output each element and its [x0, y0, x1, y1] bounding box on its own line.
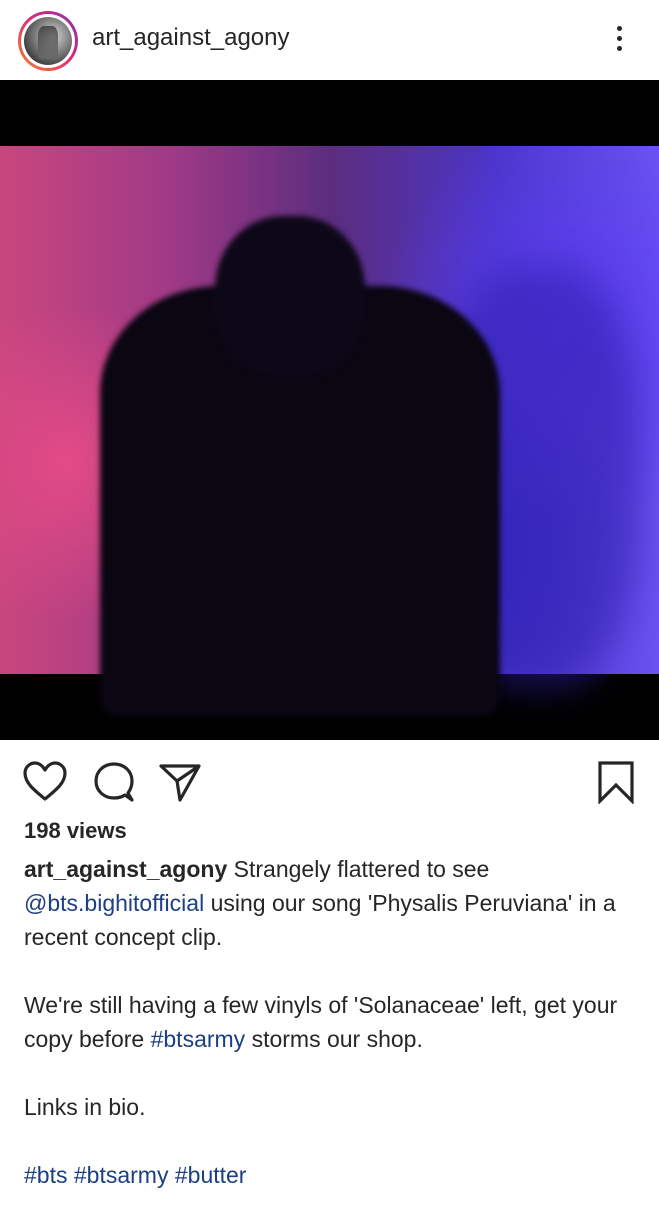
mention-link[interactable]: @bts.bighitofficial [24, 890, 204, 916]
caption-hashtags: #bts #btsarmy #butter [24, 1158, 639, 1192]
post-media-video[interactable] [0, 80, 659, 740]
hashtag-link[interactable]: #butter [175, 1162, 247, 1188]
post-header: art_against_agony [0, 0, 659, 80]
post-username[interactable]: art_against_agony [92, 24, 289, 52]
heart-icon[interactable] [22, 760, 68, 802]
caption-paragraph: We're still having a few vinyls of 'Sola… [24, 988, 639, 1056]
video-figure-head [215, 216, 365, 376]
avatar-border [21, 14, 75, 68]
caption-paragraph: Links in bio. [24, 1090, 639, 1124]
post-caption: art_against_agony Strangely flattered to… [24, 852, 639, 1226]
send-icon[interactable] [158, 760, 202, 804]
video-frame [0, 146, 659, 716]
avatar-story-ring[interactable] [18, 11, 78, 71]
comment-icon[interactable] [92, 760, 136, 804]
caption-text: Links in bio. [24, 1094, 146, 1120]
bookmark-icon[interactable] [596, 760, 636, 804]
more-options-icon[interactable] [604, 18, 634, 58]
caption-username[interactable]: art_against_agony [24, 856, 227, 882]
hashtag-link[interactable]: #btsarmy [74, 1162, 169, 1188]
avatar [24, 17, 72, 65]
post-actions-bar [0, 740, 659, 820]
more-dot [616, 45, 622, 51]
more-dot [616, 25, 622, 31]
more-dot [616, 35, 622, 41]
caption-text: storms our shop. [245, 1026, 423, 1052]
view-count: 198 views [24, 818, 127, 843]
caption-text: Strangely flattered to see [227, 856, 490, 882]
caption-paragraph: art_against_agony Strangely flattered to… [24, 852, 639, 954]
hashtag-link[interactable]: #bts [24, 1162, 67, 1188]
hashtag-link[interactable]: #btsarmy [151, 1026, 246, 1052]
